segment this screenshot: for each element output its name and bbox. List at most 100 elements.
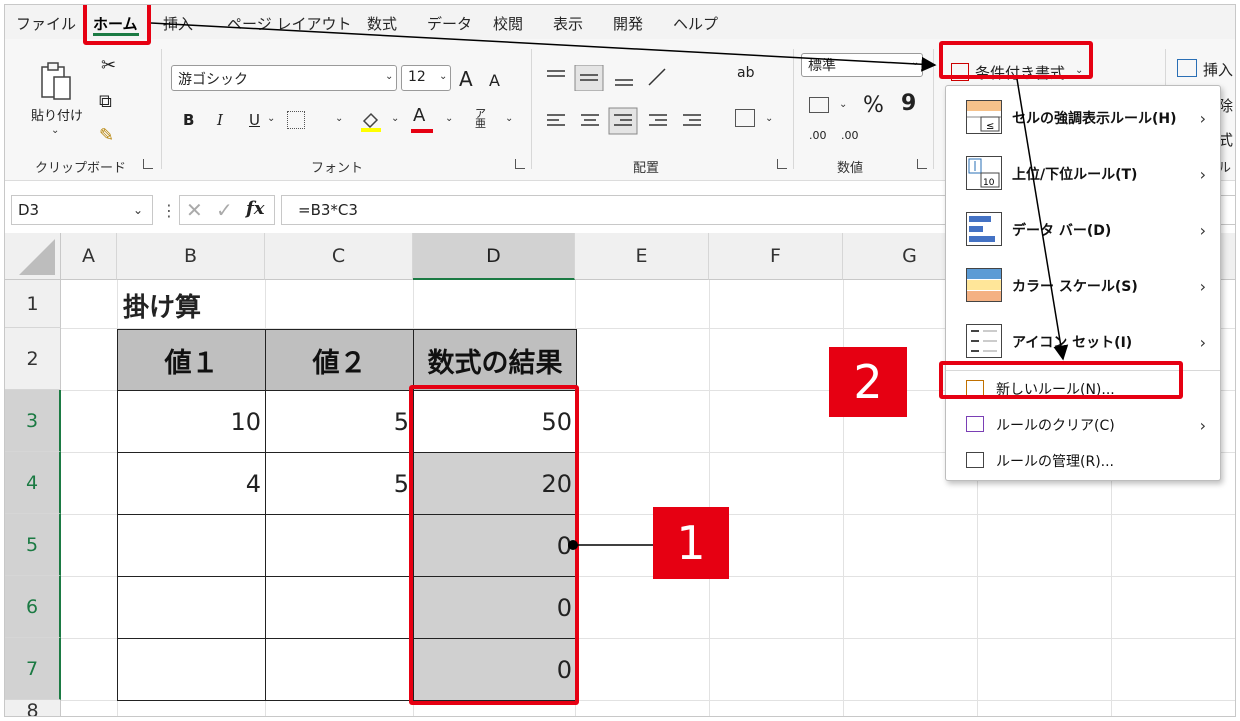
gridline: [709, 280, 710, 716]
column-header-e[interactable]: E: [575, 233, 709, 280]
bold-button[interactable]: B: [183, 111, 194, 129]
accounting-chevron-icon[interactable]: ⌄: [839, 99, 847, 110]
paste-chevron-icon[interactable]: ⌄: [51, 125, 59, 136]
clipboard-launcher-icon[interactable]: [143, 159, 153, 169]
cell-b5[interactable]: [117, 514, 266, 577]
cell-c4[interactable]: 5: [265, 452, 414, 515]
grow-font-button[interactable]: A: [459, 67, 473, 91]
tab-view[interactable]: 表示: [553, 13, 583, 34]
submenu-arrow-icon: ›: [1199, 220, 1206, 240]
accounting-format-icon[interactable]: [809, 97, 829, 113]
font-name-combo[interactable]: 游ゴシック: [171, 65, 397, 91]
excel-window: ファイル ホーム 挿入 ページ レイアウト 数式 データ 校閲 表示 開発 ヘル…: [4, 4, 1236, 717]
menu-item-manage-rules[interactable]: ルールの管理(R)...: [946, 444, 1220, 478]
alignment-launcher-icon[interactable]: [777, 159, 787, 169]
menu-item-top-bottom-rules[interactable]: 10 上位/下位ルール(T) ›: [946, 146, 1220, 202]
cell-b4[interactable]: 4: [117, 452, 266, 515]
number-format-combo[interactable]: 標準: [801, 53, 923, 77]
tab-page-layout[interactable]: ページ レイアウト: [227, 13, 351, 34]
fill-color-chevron-icon[interactable]: ⌄: [391, 113, 399, 124]
row-header-2[interactable]: 2: [5, 328, 61, 390]
menu-item-color-scales[interactable]: カラー スケール(S) ›: [946, 258, 1220, 314]
menu-item-highlight-cells-rules[interactable]: ≤ セルの強調表示ルール(H) ›: [946, 90, 1220, 146]
row-header-5[interactable]: 5: [5, 514, 61, 576]
tab-insert[interactable]: 挿入: [163, 13, 193, 34]
underline-button[interactable]: U: [249, 111, 260, 129]
percent-style-button[interactable]: %: [863, 93, 884, 118]
shrink-font-button[interactable]: A: [489, 71, 500, 90]
comma-style-button[interactable]: 9: [901, 91, 916, 116]
cell-b1-title[interactable]: 掛け算: [123, 283, 201, 327]
cell-c2-header[interactable]: 値２: [265, 329, 414, 391]
borders-icon[interactable]: [287, 111, 305, 129]
menu-item-data-bars[interactable]: データ バー(D) ›: [946, 202, 1220, 258]
increase-decimal-button[interactable]: .00: [809, 129, 827, 142]
gridline: [843, 280, 844, 716]
underline-chevron-icon[interactable]: ⌄: [267, 113, 275, 124]
top-bottom-rules-icon: 10: [966, 156, 1002, 190]
tab-data[interactable]: データ: [427, 13, 472, 34]
format-painter-icon[interactable]: ✎: [99, 125, 114, 146]
cell-c6[interactable]: [265, 576, 414, 639]
cell-c7[interactable]: [265, 638, 414, 701]
column-header-c[interactable]: C: [265, 233, 413, 280]
cell-d2-header[interactable]: 数式の結果: [413, 329, 577, 391]
number-launcher-icon[interactable]: [917, 159, 927, 169]
annotation-badge-2: 2: [829, 347, 907, 417]
cell-b6[interactable]: [117, 576, 266, 639]
font-size-chevron-icon[interactable]: ⌄: [439, 71, 447, 82]
row-header-1[interactable]: 1: [5, 280, 61, 328]
row-header-3[interactable]: 3: [5, 390, 61, 452]
cell-b2-header[interactable]: 値１: [117, 329, 266, 391]
copy-icon[interactable]: ⧉: [99, 91, 112, 112]
fill-color-icon[interactable]: [359, 109, 383, 133]
cancel-icon[interactable]: ✕: [186, 198, 203, 222]
row-header-7[interactable]: 7: [5, 638, 61, 700]
cell-b3[interactable]: 10: [117, 390, 266, 453]
tab-help[interactable]: ヘルプ: [673, 13, 718, 34]
select-all-corner[interactable]: [5, 233, 61, 280]
font-name-chevron-icon[interactable]: ⌄: [385, 71, 393, 82]
more-options-icon[interactable]: ⋮: [161, 201, 177, 220]
merge-center-icon[interactable]: [735, 109, 755, 127]
font-launcher-icon[interactable]: [515, 159, 525, 169]
phonetic-chevron-icon[interactable]: ⌄: [505, 113, 513, 124]
merge-chevron-icon[interactable]: ⌄: [765, 113, 773, 124]
decrease-decimal-button[interactable]: .00: [841, 129, 859, 142]
tab-file[interactable]: ファイル: [16, 13, 76, 34]
name-box-chevron-icon[interactable]: ⌄: [133, 203, 143, 217]
tab-review[interactable]: 校閲: [493, 13, 523, 34]
number-format-chevron-icon[interactable]: ⌄: [911, 57, 919, 68]
wrap-text-button[interactable]: ab: [737, 65, 754, 81]
cell-c3[interactable]: 5: [265, 390, 414, 453]
menu-item-label: カラー スケール(S): [1012, 279, 1138, 295]
font-color-chevron-icon[interactable]: ⌄: [445, 113, 453, 124]
color-scales-icon: [966, 268, 1002, 302]
row-header-8[interactable]: 8: [5, 700, 61, 716]
cell-b7[interactable]: [117, 638, 266, 701]
cut-icon[interactable]: ✂: [101, 55, 116, 76]
clear-rules-icon: [966, 416, 984, 432]
confirm-icon[interactable]: ✓: [216, 198, 233, 222]
menu-item-clear-rules[interactable]: ルールのクリア(C) ›: [946, 408, 1220, 442]
column-header-d[interactable]: D: [413, 233, 575, 280]
paste-button-label[interactable]: 貼り付け: [31, 105, 83, 124]
row-header-6[interactable]: 6: [5, 576, 61, 638]
borders-chevron-icon[interactable]: ⌄: [335, 113, 343, 124]
cell-c5[interactable]: [265, 514, 414, 577]
tab-developer[interactable]: 開発: [613, 13, 643, 34]
paste-icon[interactable]: [39, 61, 73, 101]
font-color-button[interactable]: A: [413, 105, 425, 126]
italic-button[interactable]: I: [217, 111, 223, 129]
column-header-b[interactable]: B: [117, 233, 265, 280]
tab-formulas[interactable]: 数式: [367, 13, 397, 34]
insert-cells-button[interactable]: 挿入: [1203, 59, 1233, 80]
insert-cells-icon[interactable]: [1177, 59, 1197, 77]
column-header-a[interactable]: A: [61, 233, 117, 280]
name-box[interactable]: D3: [11, 195, 153, 225]
column-header-f[interactable]: F: [709, 233, 843, 280]
insert-function-icon[interactable]: fx: [246, 198, 264, 219]
submenu-arrow-icon: ›: [1199, 276, 1206, 296]
row-header-4[interactable]: 4: [5, 452, 61, 514]
phonetic-guide-button[interactable]: ア亜: [475, 108, 489, 129]
